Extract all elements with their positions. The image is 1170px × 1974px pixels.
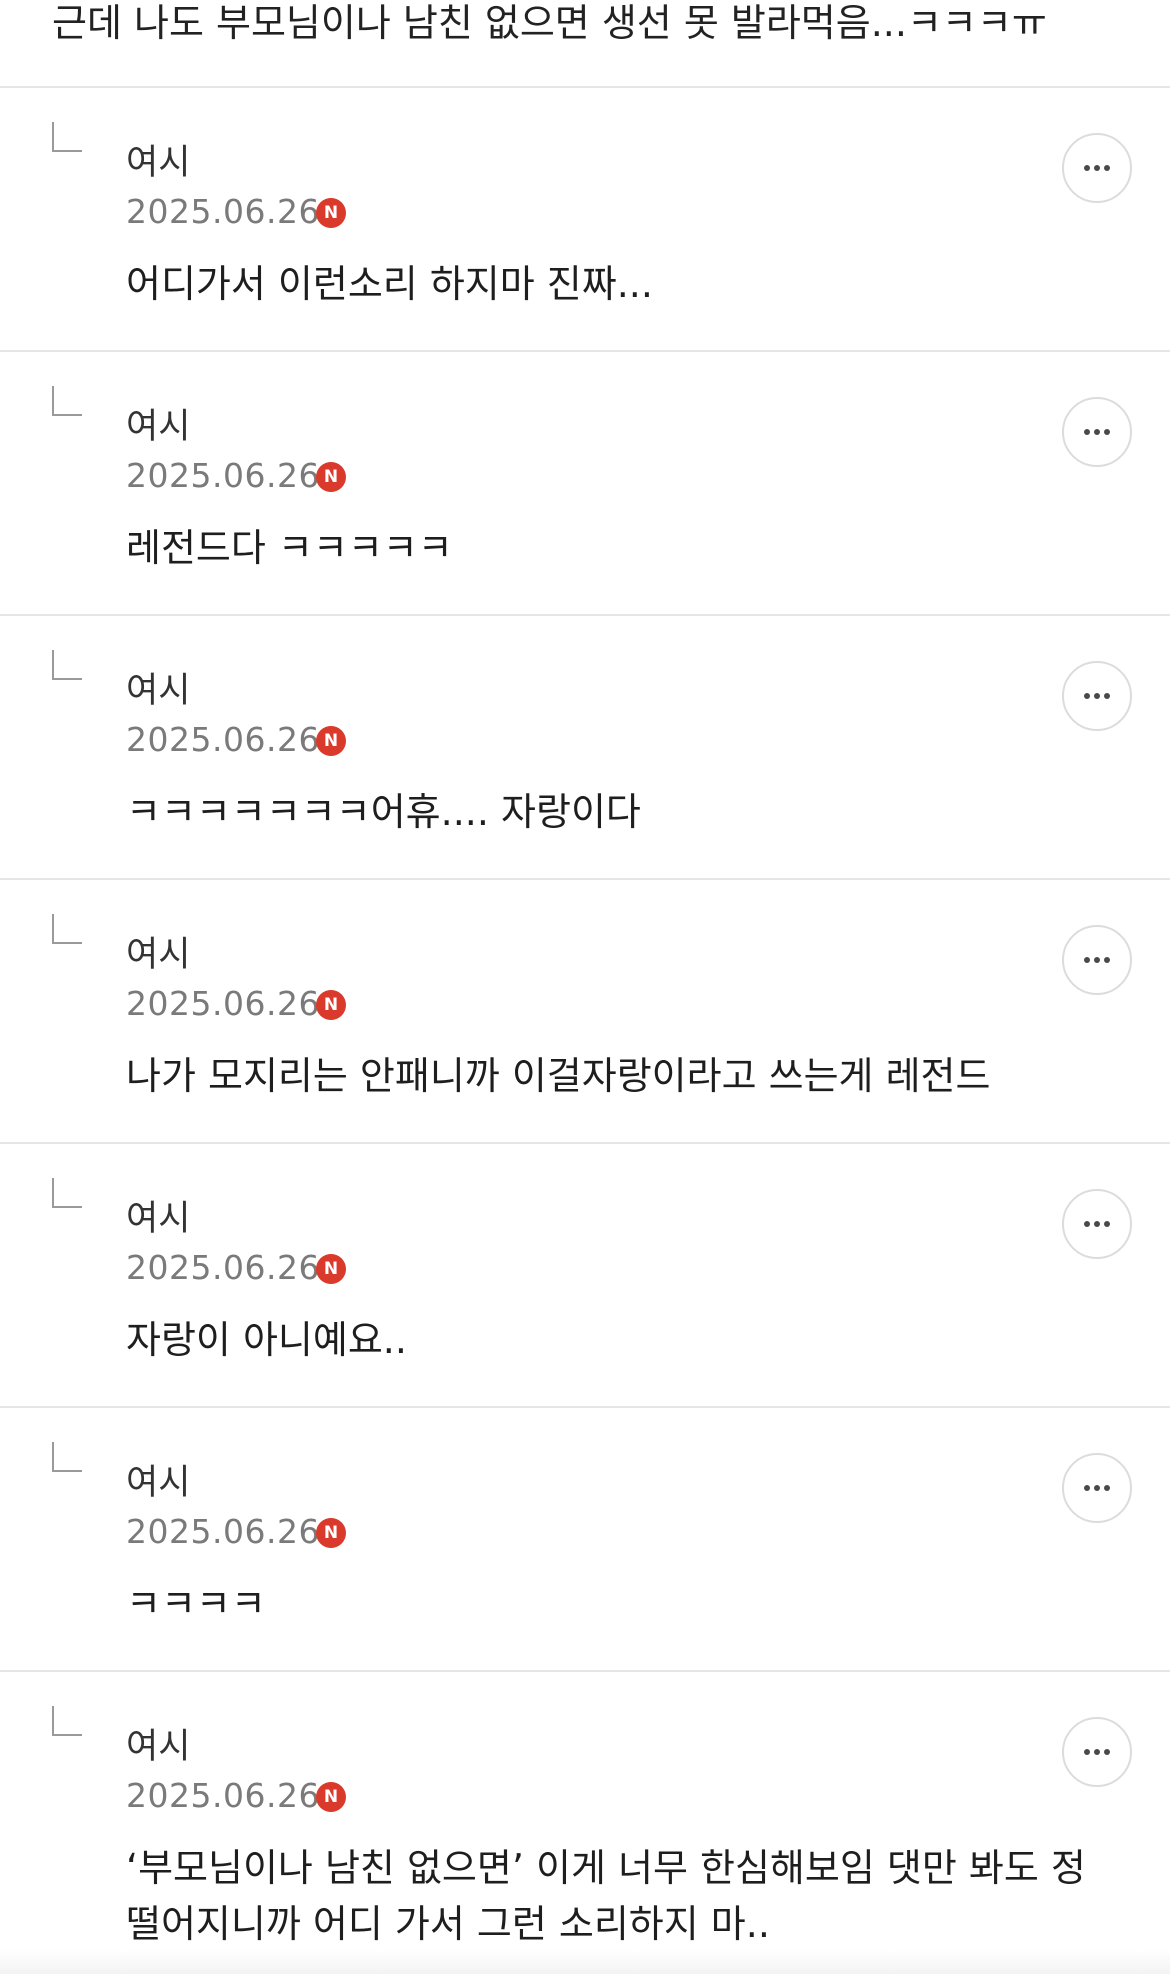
- reply-corner-icon: [52, 1442, 82, 1472]
- more-dots-icon: [1084, 1221, 1110, 1227]
- comment-date: 2025.06.26: [126, 1248, 320, 1287]
- reply-corner-icon: [52, 1706, 82, 1736]
- comment-author[interactable]: 여시: [126, 1198, 190, 1240]
- more-dots-icon: [1084, 165, 1110, 171]
- reply-comment: 여시 2025.06.26 N 나가 모지리는 안패니까 이걸자랑이라고 쓰는게…: [0, 880, 1170, 1142]
- comment-text: 레전드다 ㅋㅋㅋㅋㅋ: [126, 526, 453, 570]
- comment-text: ‘부모님이나 남친 없으면’ 이게 너무 한심해보임 댓만 봐도 정 떨어지니까…: [126, 1846, 1086, 1946]
- comment-author[interactable]: 여시: [126, 670, 190, 712]
- reply-corner-icon: [52, 1178, 82, 1208]
- reply-comment: 여시 2025.06.26 N 레전드다 ㅋㅋㅋㅋㅋ: [0, 352, 1170, 614]
- new-badge-icon: N: [316, 1518, 346, 1548]
- comment-date: 2025.06.26: [126, 1776, 320, 1815]
- new-badge-icon: N: [316, 462, 346, 492]
- more-dots-icon: [1084, 1749, 1110, 1755]
- comment-date: 2025.06.26: [126, 720, 320, 759]
- comment-date: 2025.06.26: [126, 1512, 320, 1551]
- comment-author[interactable]: 여시: [126, 1726, 190, 1768]
- reply-corner-icon: [52, 914, 82, 944]
- new-badge-icon: N: [316, 990, 346, 1020]
- new-badge-icon: N: [316, 198, 346, 228]
- more-options-button[interactable]: [1062, 1453, 1132, 1523]
- more-options-button[interactable]: [1062, 661, 1132, 731]
- reply-comment: 여시 2025.06.26 N 어디가서 이런소리 하지마 진짜...: [0, 88, 1170, 350]
- more-dots-icon: [1084, 693, 1110, 699]
- comment-text: 어디가서 이런소리 하지마 진짜...: [126, 262, 653, 306]
- comment-author[interactable]: 여시: [126, 934, 190, 976]
- reply-corner-icon: [52, 386, 82, 416]
- comment-text: 자랑이 아니예요..: [126, 1318, 407, 1362]
- reply-comment: 여시 2025.06.26 N ‘부모님이나 남친 없으면’ 이게 너무 한심해…: [0, 1672, 1170, 1974]
- new-badge-icon: N: [316, 1782, 346, 1812]
- new-badge-icon: N: [316, 1254, 346, 1284]
- more-options-button[interactable]: [1062, 925, 1132, 995]
- comment-text: ㅋㅋㅋㅋㅋㅋㅋ어휴.... 자랑이다: [126, 790, 641, 834]
- comment-author[interactable]: 여시: [126, 142, 190, 184]
- comment-author[interactable]: 여시: [126, 406, 190, 448]
- comment-date: 2025.06.26: [126, 984, 320, 1023]
- reply-comment: 여시 2025.06.26 N ㅋㅋㅋㅋㅋㅋㅋ어휴.... 자랑이다: [0, 616, 1170, 878]
- comment-date: 2025.06.26: [126, 192, 320, 231]
- more-options-button[interactable]: [1062, 1717, 1132, 1787]
- reply-comment: 여시 2025.06.26 N 자랑이 아니예요..: [0, 1144, 1170, 1406]
- reply-comment: 여시 2025.06.26 N ㅋㅋㅋㅋ: [0, 1408, 1170, 1670]
- more-dots-icon: [1084, 1485, 1110, 1491]
- more-dots-icon: [1084, 429, 1110, 435]
- comment-text: ㅋㅋㅋㅋ: [126, 1582, 266, 1626]
- comment-author[interactable]: 여시: [126, 1462, 190, 1504]
- more-options-button[interactable]: [1062, 1189, 1132, 1259]
- more-options-button[interactable]: [1062, 397, 1132, 467]
- parent-comment-text: 근데 나도 부모님이나 남친 없으면 생선 못 발라먹음...ㅋㅋㅋㅠ: [52, 1, 1047, 45]
- more-options-button[interactable]: [1062, 133, 1132, 203]
- more-dots-icon: [1084, 957, 1110, 963]
- reply-corner-icon: [52, 122, 82, 152]
- comment-text: 나가 모지리는 안패니까 이걸자랑이라고 쓰는게 레전드: [126, 1054, 991, 1098]
- reply-corner-icon: [52, 650, 82, 680]
- new-badge-icon: N: [316, 726, 346, 756]
- comment-date: 2025.06.26: [126, 456, 320, 495]
- bottom-edge: [0, 1950, 1170, 1974]
